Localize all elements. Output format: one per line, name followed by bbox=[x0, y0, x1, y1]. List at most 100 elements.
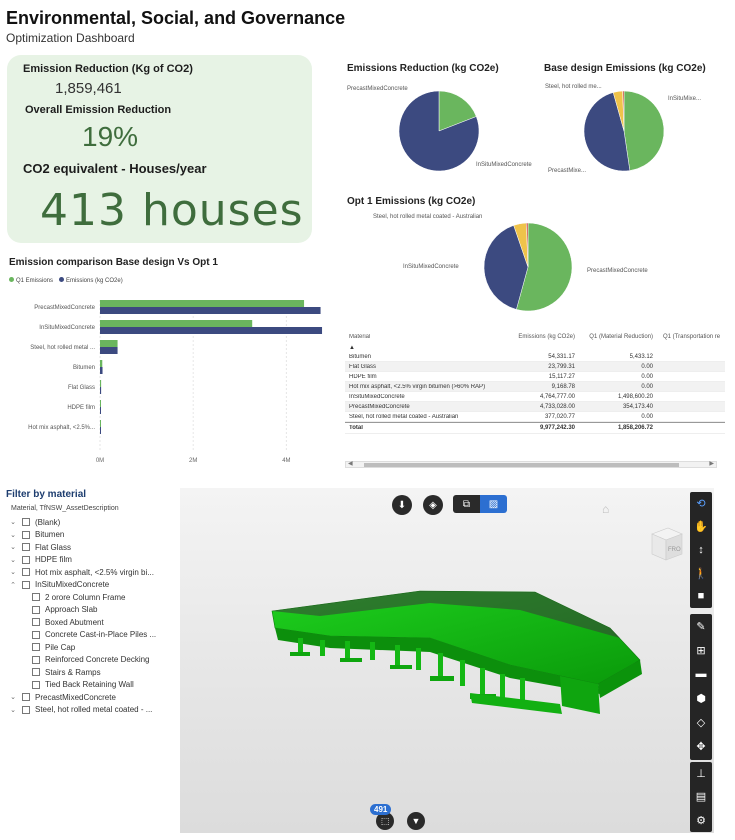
table-row[interactable]: Bitumen 54,331.17 5,433.12 bbox=[345, 352, 725, 362]
table-header-cell[interactable]: Emissions (kg CO2e) bbox=[507, 334, 575, 340]
filter-item[interactable]: ⌃ InSituMixedConcrete bbox=[8, 579, 178, 592]
bar[interactable] bbox=[100, 320, 253, 327]
home-icon[interactable]: ⌂ bbox=[602, 502, 609, 516]
table-header-cell[interactable]: Q1 (Transportation re bbox=[653, 334, 725, 340]
layers-icon[interactable]: ◇ bbox=[690, 710, 712, 734]
filter-item[interactable]: ⌄ Steel, hot rolled metal coated - ... bbox=[8, 704, 178, 717]
filter-item[interactable]: 2 orore Column Frame bbox=[8, 591, 178, 604]
filter-item[interactable]: Boxed Abutment bbox=[8, 616, 178, 629]
scroll-left-icon[interactable]: ◀ bbox=[348, 460, 353, 467]
chevron-up-icon[interactable]: ⌃ bbox=[8, 581, 18, 589]
filter-checkbox[interactable] bbox=[32, 680, 40, 689]
filter-item[interactable]: ⌄ Hot mix asphalt, <2.5% virgin bi... bbox=[8, 566, 178, 579]
orbit-icon[interactable]: ⟲ bbox=[690, 492, 712, 515]
chevron-down-icon[interactable]: ⌄ bbox=[8, 556, 18, 564]
filter-checkbox[interactable] bbox=[22, 580, 30, 589]
filter-item[interactable]: Tied Back Retaining Wall bbox=[8, 679, 178, 692]
chevron-down-icon[interactable]: ⌄ bbox=[8, 706, 18, 714]
sort-indicator[interactable]: ▲ bbox=[345, 344, 725, 352]
filter-checkbox[interactable] bbox=[22, 568, 30, 577]
filter-checkbox[interactable] bbox=[32, 630, 40, 639]
bridge-model[interactable] bbox=[180, 488, 714, 833]
bar[interactable] bbox=[100, 327, 323, 334]
section-icon[interactable]: ▬ bbox=[690, 662, 712, 686]
bar[interactable] bbox=[100, 340, 118, 347]
filter-item[interactable]: ⌄ (Blank) bbox=[8, 516, 178, 529]
filter-item[interactable]: ⌄ PrecastMixedConcrete bbox=[8, 691, 178, 704]
download-icon[interactable]: ⬇ bbox=[392, 495, 412, 515]
table-header-cell[interactable]: Q1 (Material Reduction) bbox=[575, 334, 653, 340]
fit-view-icon[interactable]: ◈ bbox=[423, 495, 443, 515]
scrollbar-thumb[interactable] bbox=[364, 463, 679, 467]
filter-checkbox[interactable] bbox=[22, 543, 30, 552]
chevron-down-icon[interactable]: ⌄ bbox=[8, 693, 18, 701]
filter-checkbox[interactable] bbox=[32, 618, 40, 627]
legend-item[interactable]: Q1 Emissions bbox=[9, 277, 53, 284]
pan-icon[interactable]: ✋ bbox=[690, 515, 712, 538]
filter-item[interactable]: Approach Slab bbox=[8, 604, 178, 617]
table-row[interactable]: InSituMixedConcrete 4,764,777.00 1,498,600… bbox=[345, 392, 725, 402]
legend-item[interactable]: Emissions (kg CO2e) bbox=[59, 277, 123, 284]
bar[interactable] bbox=[100, 367, 103, 374]
zoom-icon[interactable]: ↕ bbox=[690, 538, 712, 561]
bar[interactable] bbox=[100, 407, 101, 414]
filter-item[interactable]: Concrete Cast-in-Place Piles ... bbox=[8, 629, 178, 642]
base-pie-chart[interactable] bbox=[583, 90, 665, 172]
chevron-down-icon[interactable]: ⌄ bbox=[8, 543, 18, 551]
bar[interactable] bbox=[100, 380, 102, 387]
chevron-down-icon[interactable]: ⌄ bbox=[8, 518, 18, 526]
settings-icon[interactable]: ⚙ bbox=[690, 809, 712, 832]
bar[interactable] bbox=[100, 420, 101, 427]
filter-checkbox[interactable] bbox=[32, 593, 40, 602]
table-row[interactable]: Steel, hot rolled metal coated - Austral… bbox=[345, 412, 725, 422]
bar[interactable] bbox=[100, 400, 101, 407]
bar[interactable] bbox=[100, 347, 118, 354]
filter-checkbox[interactable] bbox=[32, 605, 40, 614]
filter-checkbox[interactable] bbox=[22, 555, 30, 564]
filter-clear-icon[interactable]: ▼ bbox=[407, 812, 425, 830]
bar[interactable] bbox=[100, 307, 321, 314]
table-row[interactable]: HDPE film 15,117.27 0.00 bbox=[345, 372, 725, 382]
filter-checkbox[interactable] bbox=[32, 655, 40, 664]
scroll-right-icon[interactable]: ▶ bbox=[709, 460, 714, 467]
filter-item[interactable]: Stairs & Ramps bbox=[8, 666, 178, 679]
chevron-down-icon[interactable]: ⌄ bbox=[8, 568, 18, 576]
opt1-pie-chart[interactable] bbox=[483, 222, 573, 312]
walk-icon[interactable]: 🚶 bbox=[690, 562, 712, 585]
document-icon[interactable]: ▤ bbox=[690, 785, 712, 808]
filter-checkbox[interactable] bbox=[32, 643, 40, 652]
emission-comparison-bar-chart[interactable]: 0M 2M 4M PrecastMixedConcrete InSituMixedCon… bbox=[0, 290, 335, 470]
camera-icon[interactable]: ■ bbox=[690, 585, 712, 608]
bar[interactable] bbox=[100, 387, 102, 394]
filter-item[interactable]: Pile Cap bbox=[8, 641, 178, 654]
bar[interactable] bbox=[100, 300, 305, 307]
explode-icon[interactable]: ⬢ bbox=[690, 686, 712, 710]
filter-item[interactable]: ⌄ Bitumen bbox=[8, 529, 178, 542]
view-cube[interactable]: FRO bbox=[648, 524, 684, 564]
filter-checkbox[interactable] bbox=[22, 530, 30, 539]
filter-checkbox[interactable] bbox=[22, 705, 30, 714]
markup-icon[interactable]: ✎ bbox=[690, 614, 712, 638]
table-horizontal-scrollbar[interactable]: ◀ ▶ bbox=[345, 461, 717, 468]
measure-icon[interactable]: ⊞ bbox=[690, 638, 712, 662]
filter-item[interactable]: ⌄ Flat Glass bbox=[8, 541, 178, 554]
bar[interactable] bbox=[100, 360, 103, 367]
copy-view-icon[interactable]: ⧉ bbox=[453, 495, 480, 513]
table-row[interactable]: PrecastMixedConcrete 4,733,028.00 354,173.… bbox=[345, 402, 725, 412]
table-header-cell[interactable]: Material bbox=[345, 334, 507, 340]
reduction-pie-chart[interactable] bbox=[398, 90, 480, 172]
filter-item[interactable]: Reinforced Concrete Decking bbox=[8, 654, 178, 667]
pie-slice[interactable] bbox=[623, 90, 665, 171]
hatch-view-icon[interactable]: ▨ bbox=[480, 495, 507, 513]
model-viewer[interactable]: ⬇ ◈ ⧉ ▨ ⌂ FRO ⟲ ✋ ↕ 🚶 ■ ✎ ⊞ ▬ ⬢ ◇ ✥ ⊥ ▤ … bbox=[180, 488, 714, 833]
properties-icon[interactable]: ✥ bbox=[690, 734, 712, 758]
filter-item[interactable]: ⌄ HDPE film bbox=[8, 554, 178, 567]
view-toggle[interactable]: ⧉ ▨ bbox=[453, 495, 507, 513]
bar[interactable] bbox=[100, 427, 101, 434]
filter-checkbox[interactable] bbox=[22, 518, 30, 527]
filter-checkbox[interactable] bbox=[32, 668, 40, 677]
model-browser-icon[interactable]: ⊥ bbox=[690, 762, 712, 785]
table-row[interactable]: Flat Glass 23,799.31 0.00 bbox=[345, 362, 725, 372]
chevron-down-icon[interactable]: ⌄ bbox=[8, 531, 18, 539]
filter-checkbox[interactable] bbox=[22, 693, 30, 702]
